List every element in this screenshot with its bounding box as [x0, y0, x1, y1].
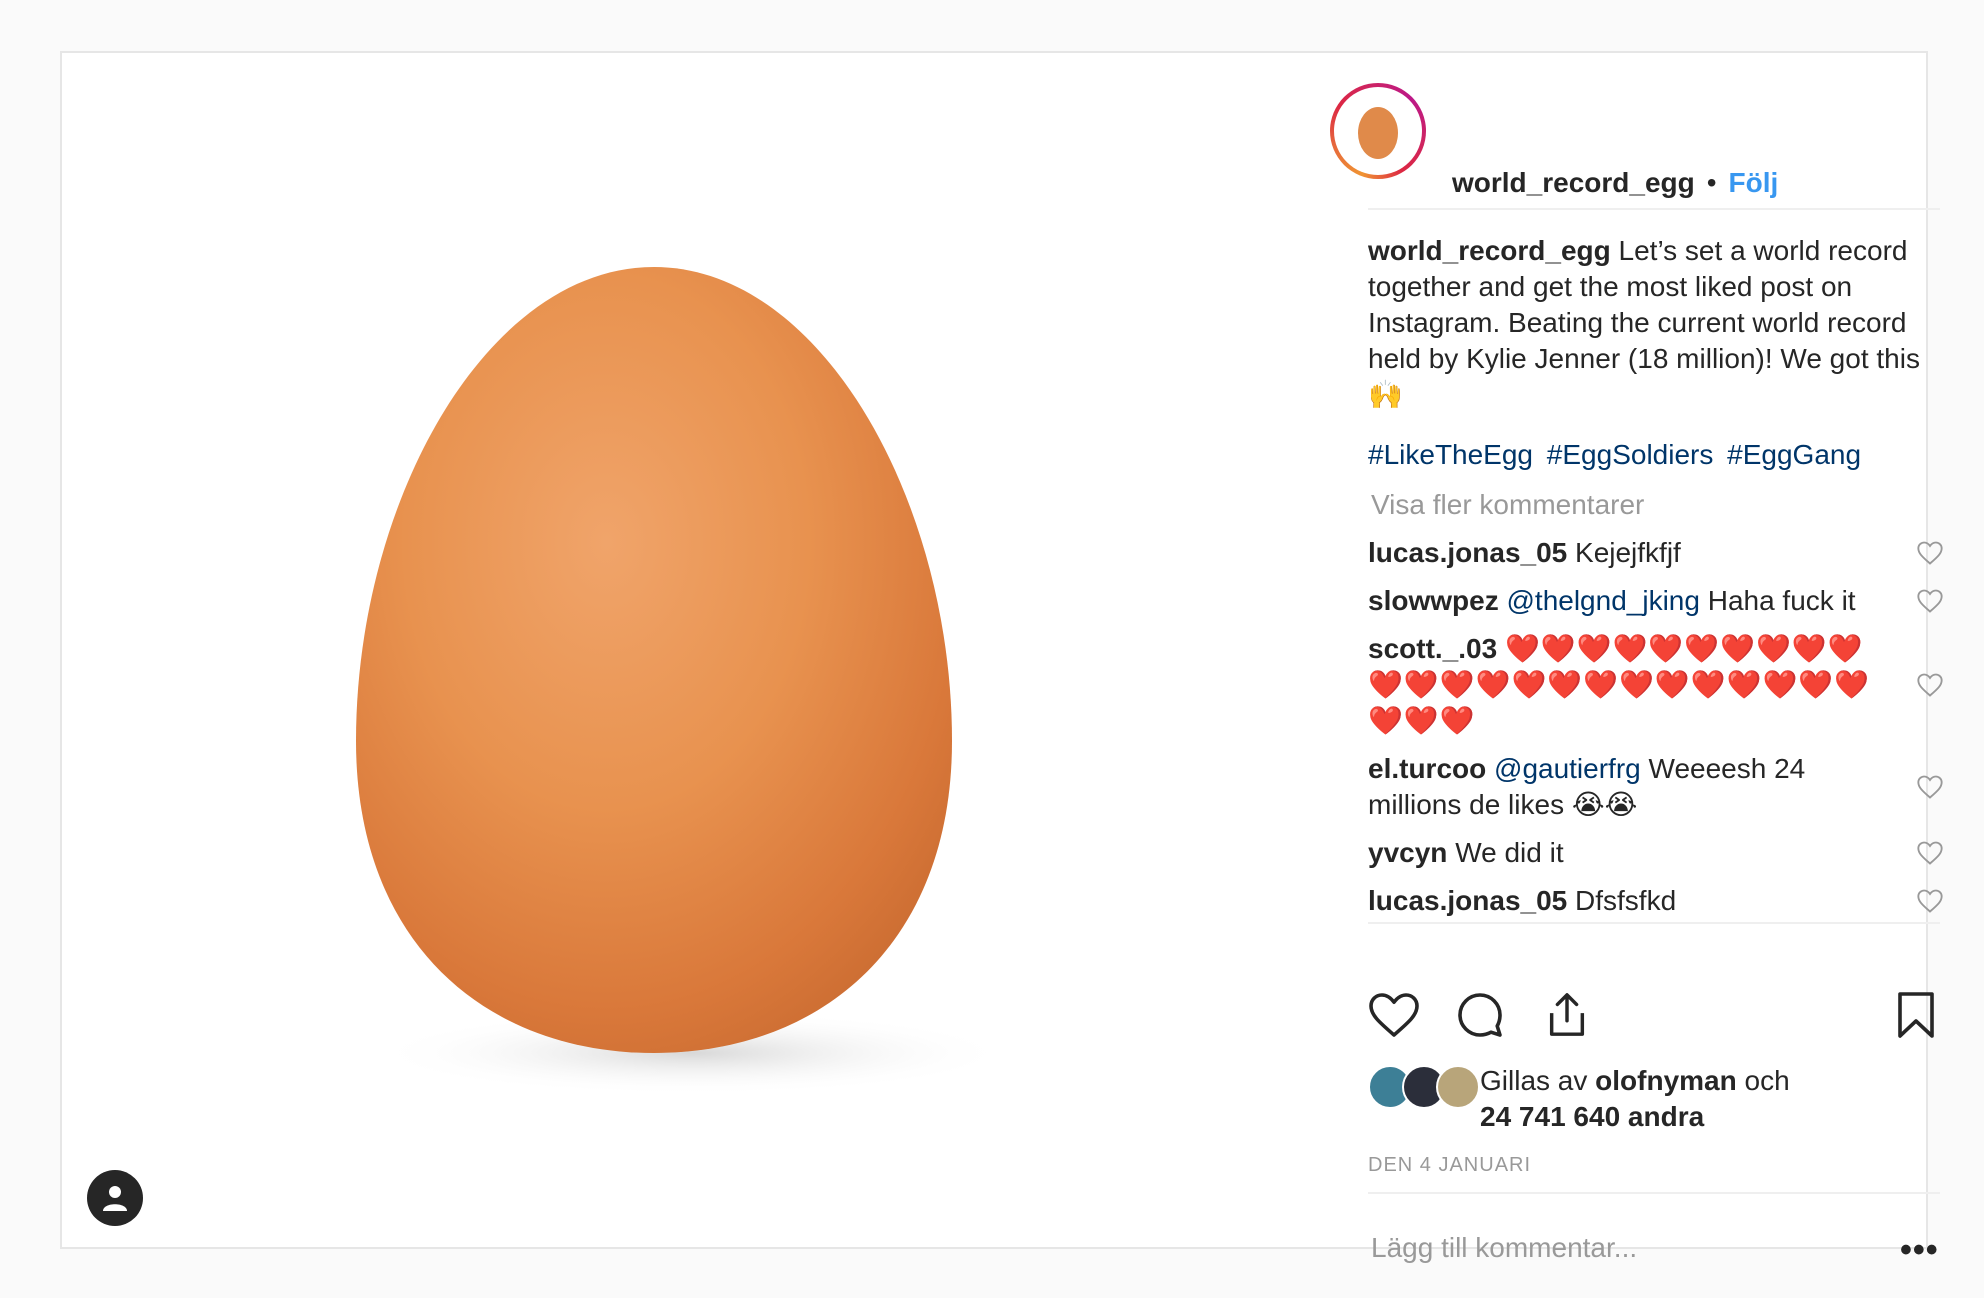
comment-item: slowwpez @thelgnd_jking Haha fuck it	[1368, 583, 1944, 619]
egg	[356, 267, 952, 1053]
post-sidebar: world_record_egg • Följ world_record_egg…	[1310, 53, 1943, 1271]
comment-like-icon[interactable]	[1916, 887, 1944, 915]
comment-like-icon[interactable]	[1916, 773, 1944, 801]
comment-username[interactable]: el.turcoo	[1368, 753, 1486, 784]
comment-like-icon[interactable]	[1916, 539, 1944, 567]
egg-avatar-icon	[1340, 93, 1416, 169]
likes-count[interactable]: 24 741 640 andra	[1480, 1101, 1704, 1132]
comment-username[interactable]: scott._.03	[1368, 633, 1497, 664]
header-username[interactable]: world_record_egg	[1452, 167, 1695, 199]
comment-username[interactable]: yvcyn	[1368, 837, 1447, 868]
share-icon[interactable]	[1544, 991, 1590, 1039]
comment-mention[interactable]: @gautierfrg	[1494, 753, 1641, 784]
post-card: world_record_egg • Följ world_record_egg…	[60, 51, 1943, 1271]
hashtag-link[interactable]: #EggSoldiers	[1547, 439, 1714, 470]
hashtags: #LikeTheEgg #EggSoldiers #EggGang	[1368, 437, 1944, 473]
comment-username[interactable]: slowwpez	[1368, 585, 1499, 616]
action-bar	[1368, 991, 1940, 1049]
comments-list[interactable]: world_record_egg Let’s set a world recor…	[1368, 233, 1944, 933]
divider	[1368, 208, 1940, 210]
divider	[1368, 1192, 1940, 1194]
add-comment-input[interactable]	[1368, 1225, 1861, 1271]
follow-button[interactable]: Följ	[1729, 167, 1779, 199]
avatar	[1436, 1065, 1480, 1109]
comment-item: lucas.jonas_05 Dfsfsfkd	[1368, 883, 1944, 919]
user-icon	[103, 1186, 127, 1211]
liker-avatars[interactable]	[1368, 1065, 1480, 1111]
comment-username[interactable]: lucas.jonas_05	[1368, 885, 1567, 916]
comment-text: Kejejfkfjf	[1575, 537, 1681, 568]
post-date[interactable]: DEN 4 JANUARI	[1368, 1154, 1531, 1177]
comment-item: yvcyn We did it	[1368, 835, 1944, 871]
comment-item: scott._.03 ❤️❤️❤️❤️❤️❤️❤️❤️❤️❤️❤️❤️❤️❤️❤…	[1368, 631, 1944, 739]
comment-text: Dfsfsfkd	[1575, 885, 1677, 916]
likes-text: Gillas av olofnyman och 24 741 640 andra	[1480, 1063, 1920, 1135]
comment-like-icon[interactable]	[1916, 671, 1944, 699]
heart-icon[interactable]	[1368, 991, 1420, 1039]
avatar[interactable]	[1330, 83, 1426, 179]
header-separator: •	[1706, 167, 1717, 198]
header-row: world_record_egg • Följ	[1452, 165, 1778, 201]
comment-icon[interactable]	[1456, 991, 1504, 1039]
more-options-icon[interactable]: •••	[1900, 1231, 1939, 1270]
comment-like-icon[interactable]	[1916, 587, 1944, 615]
hashtag-link[interactable]: #EggGang	[1727, 439, 1861, 470]
liker-username[interactable]: olofnyman	[1595, 1065, 1737, 1096]
post-header: world_record_egg • Följ	[1310, 53, 1930, 209]
divider	[1368, 922, 1940, 924]
comment-text: Haha fuck it	[1707, 585, 1856, 616]
view-more-comments-button[interactable]: Visa fler kommentarer	[1368, 487, 1944, 523]
comment-item: lucas.jonas_05 Kejejfkfjf	[1368, 535, 1944, 571]
post-media[interactable]	[62, 53, 1310, 1247]
hashtag-link[interactable]: #LikeTheEgg	[1368, 439, 1533, 470]
tagged-users-button[interactable]	[87, 1170, 143, 1226]
likes-conjunction: och	[1744, 1065, 1790, 1096]
comment-like-icon[interactable]	[1916, 839, 1944, 867]
caption: world_record_egg Let’s set a world recor…	[1368, 233, 1944, 413]
comment-username[interactable]: lucas.jonas_05	[1368, 537, 1567, 568]
caption-username[interactable]: world_record_egg	[1368, 235, 1611, 266]
likes-prefix: Gillas av	[1480, 1065, 1588, 1096]
egg-image	[356, 267, 1012, 1095]
comment-mention[interactable]: @thelgnd_jking	[1506, 585, 1699, 616]
comment-text: We did it	[1455, 837, 1564, 868]
bookmark-icon[interactable]	[1896, 991, 1936, 1039]
comment-item: el.turcoo @gautierfrg Weeeesh 24 million…	[1368, 751, 1944, 823]
